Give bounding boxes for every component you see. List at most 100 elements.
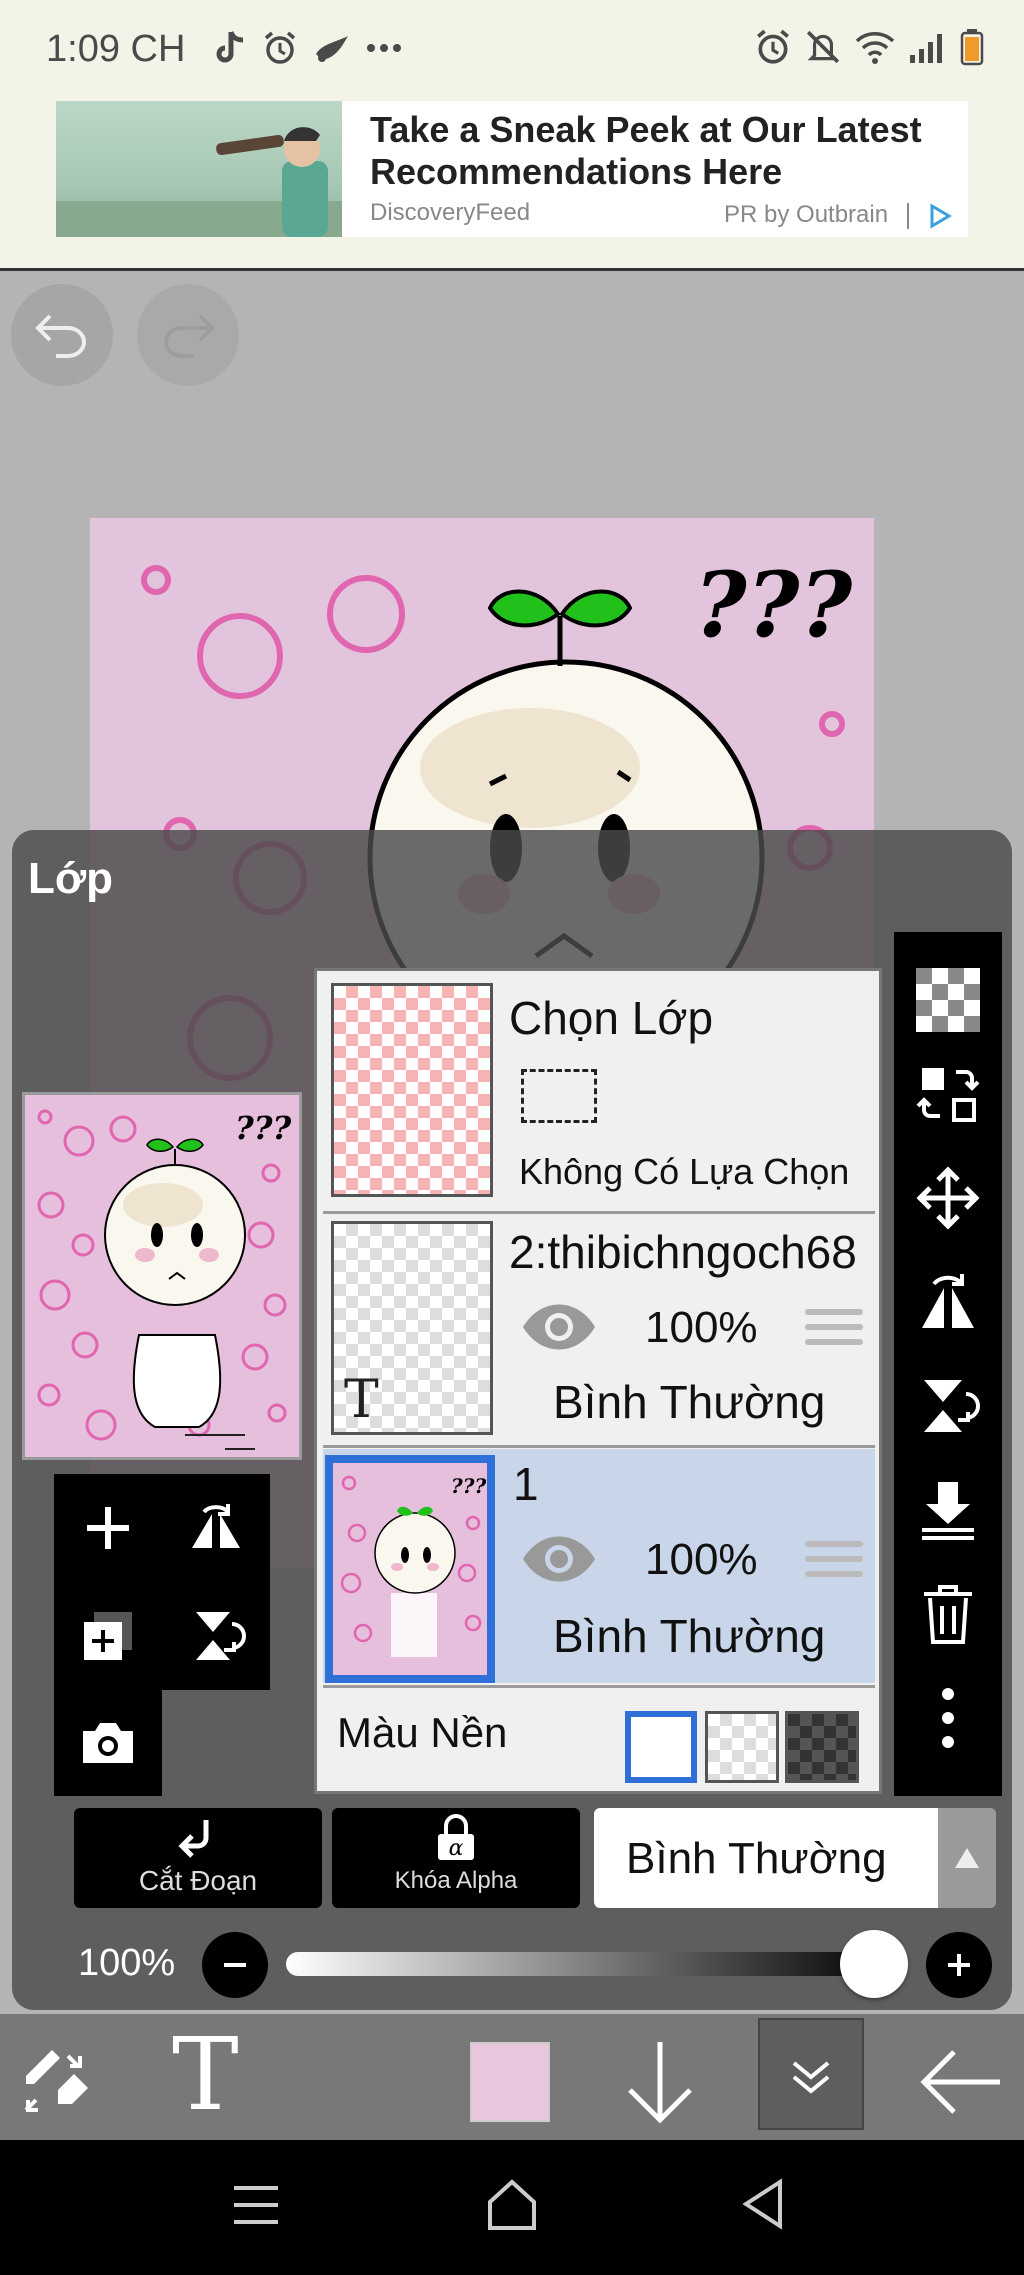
- double-chevron-down-icon: [792, 2061, 830, 2094]
- layer-2-visibility-icon[interactable]: [519, 1299, 599, 1355]
- transform-tool-button[interactable]: [18, 2042, 98, 2122]
- tiktok-icon: [216, 31, 244, 63]
- status-bar: 1:09 CH: [0, 0, 1024, 95]
- preview-illustration: ???: [37, 1109, 292, 1450]
- opacity-value: 100%: [78, 1942, 176, 1984]
- preview-question-marks: ???: [235, 1109, 292, 1147]
- layer-2-drag-handle[interactable]: [805, 1309, 863, 1353]
- add-layer-button[interactable]: [54, 1474, 162, 1582]
- layer-row-2[interactable]: T 2:thibichngoch68 100% Bình Thường: [323, 1217, 875, 1445]
- arrow-down-icon: [628, 2042, 692, 2124]
- layer-actions-toolbar: [894, 932, 1002, 1796]
- duplicate-layer-button[interactable]: [54, 1582, 162, 1690]
- alpha-lock-label: Khóa Alpha: [394, 1867, 518, 1894]
- checkerboard-icon: [916, 968, 980, 1032]
- blend-mode-value: Bình Thường: [626, 1834, 887, 1883]
- bottom-toolbar: T: [0, 2014, 1024, 2140]
- text-tool-button[interactable]: T: [172, 2020, 239, 2130]
- layer-1-drag-handle[interactable]: [805, 1541, 863, 1585]
- mute-icon: [806, 30, 840, 64]
- flip-horizontal-button[interactable]: [162, 1474, 270, 1582]
- ad-image-illustration: [56, 127, 342, 237]
- opacity-decrease-button[interactable]: [202, 1932, 268, 1998]
- ad-sponsor[interactable]: PR by Outbrain: [724, 201, 953, 229]
- plus-icon: [948, 1954, 970, 1976]
- layer-2-opacity: 100%: [645, 1303, 758, 1352]
- wifi-icon: [855, 32, 895, 64]
- back-button[interactable]: [916, 2038, 1006, 2126]
- layer-1-visibility-icon[interactable]: [519, 1531, 599, 1587]
- layer-divider: [323, 1445, 875, 1448]
- status-right-icons: [754, 28, 984, 66]
- opacity-slider-thumb[interactable]: [840, 1930, 908, 1998]
- layer-1-name: 1: [513, 1458, 539, 1510]
- camera-icon: [83, 1723, 133, 1763]
- ad-image[interactable]: [56, 101, 342, 237]
- blend-mode-select[interactable]: Bình Thường: [594, 1808, 996, 1908]
- battery-icon: [960, 29, 984, 66]
- current-color-swatch[interactable]: [470, 2042, 550, 2122]
- flip-layer-horizontal-button[interactable]: [894, 1262, 1002, 1342]
- flip-vertical-button[interactable]: [162, 1582, 270, 1690]
- layers-button[interactable]: [758, 2018, 864, 2130]
- layer-divider: [323, 1685, 875, 1688]
- layer-1-thumbnail-art: ???: [340, 1474, 486, 1657]
- signal-icon: [910, 34, 942, 63]
- background-dark-option[interactable]: [785, 1711, 859, 1783]
- redo-icon: [164, 314, 215, 358]
- text-layer-glyph: T: [344, 1370, 379, 1430]
- home-button[interactable]: [484, 2176, 540, 2237]
- move-button[interactable]: [894, 1158, 1002, 1238]
- more-vertical-icon: [942, 1688, 954, 1748]
- lock-icon: α: [438, 1814, 474, 1861]
- redo-button[interactable]: [137, 284, 239, 386]
- opacity-control: 100%: [60, 1920, 1010, 2006]
- selection-rectangle-icon: [521, 1069, 597, 1123]
- layer-2-thumbnail: T: [331, 1221, 493, 1435]
- transparency-button[interactable]: [894, 960, 1002, 1040]
- ad-banner[interactable]: Take a Sneak Peek at Our Latest Recommen…: [0, 95, 1024, 271]
- camera-button[interactable]: [54, 1690, 162, 1796]
- layer-tools: [54, 1474, 270, 1796]
- move-down-button[interactable]: [618, 2034, 702, 2130]
- flip-vertical-icon: [924, 1380, 980, 1432]
- clipping-button[interactable]: Cắt Đoạn: [74, 1808, 322, 1908]
- alpha-lock-button[interactable]: α Khóa Alpha: [332, 1808, 580, 1908]
- ad-title[interactable]: Take a Sneak Peek at Our Latest Recommen…: [370, 109, 960, 193]
- merge-down-icon: [922, 1482, 974, 1540]
- canvas-preview[interactable]: ???: [22, 1092, 302, 1460]
- alarm-icon: [757, 29, 789, 64]
- alarm-icon: [264, 31, 296, 64]
- back-triangle-icon: [742, 2178, 782, 2230]
- clipping-label: Cắt Đoạn: [138, 1865, 258, 1896]
- app-icon: [316, 36, 348, 62]
- ad-card[interactable]: Take a Sneak Peek at Our Latest Recommen…: [56, 101, 968, 237]
- status-time: 1:09 CH: [46, 28, 186, 70]
- selection-layer-row[interactable]: Chọn Lớp Không Có Lựa Chọn: [323, 977, 875, 1205]
- ad-divider: [906, 202, 909, 229]
- merge-down-button[interactable]: [894, 1470, 1002, 1550]
- adchoices-icon[interactable]: [927, 203, 953, 229]
- flip-layer-vertical-button[interactable]: [894, 1366, 1002, 1446]
- undo-button[interactable]: [11, 284, 113, 386]
- more-icon: [367, 44, 401, 52]
- ad-sponsor-label: PR by Outbrain: [724, 201, 889, 228]
- recent-apps-button[interactable]: [230, 2180, 282, 2235]
- blend-mode-dropdown-button[interactable]: [938, 1808, 996, 1908]
- move-icon: [916, 1166, 980, 1230]
- background-white-option[interactable]: [625, 1711, 697, 1783]
- flip-horizontal-icon: [922, 1274, 974, 1328]
- selection-layer-thumbnail: [331, 983, 493, 1197]
- layer-panel-title: Lớp: [28, 854, 114, 903]
- layer-row-1[interactable]: ??? 1 100% Bình Thường: [323, 1449, 875, 1683]
- background-transparent-option[interactable]: [705, 1711, 779, 1783]
- layer-2-name: 2:thibichngoch68: [509, 1226, 857, 1278]
- system-back-button[interactable]: [740, 2178, 786, 2235]
- more-options-button[interactable]: [894, 1678, 1002, 1758]
- delete-layer-button[interactable]: [894, 1574, 1002, 1654]
- flip-vertical-icon: [196, 1612, 246, 1660]
- opacity-increase-button[interactable]: [926, 1932, 992, 1998]
- select-layer-button[interactable]: [894, 1054, 1002, 1134]
- trash-icon: [924, 1585, 972, 1644]
- opacity-slider-track[interactable]: [286, 1952, 890, 1976]
